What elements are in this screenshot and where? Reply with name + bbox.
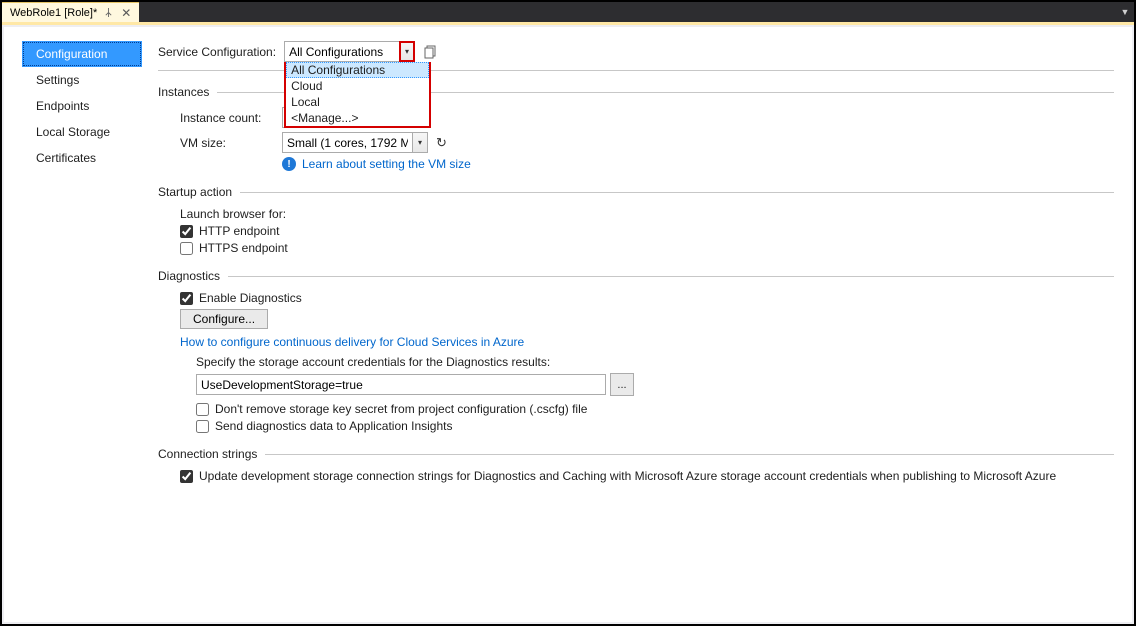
main-panel: Service Configuration: ▾ All Configurati… [158,41,1114,604]
section-title: Startup action [158,185,232,199]
info-icon: ! [282,157,296,171]
continuous-delivery-link[interactable]: How to configure continuous delivery for… [180,335,524,349]
service-config-option[interactable]: <Manage...> [286,110,429,126]
document-tab-title: WebRole1 [Role]* [10,7,97,19]
document-tab[interactable]: WebRole1 [Role]* ✕ [2,2,139,22]
chevron-down-icon[interactable]: ▾ [412,132,428,153]
enable-diagnostics-checkbox[interactable] [180,292,193,305]
enable-diagnostics-label: Enable Diagnostics [199,291,302,305]
https-endpoint-checkbox[interactable] [180,242,193,255]
section-diagnostics: Diagnostics [158,269,1114,283]
section-line [228,276,1114,277]
chevron-down-icon[interactable]: ▾ [399,41,415,62]
pin-icon[interactable] [103,8,113,18]
storage-credentials-label: Specify the storage account credentials … [196,355,1114,369]
service-config-combo[interactable]: ▾ [284,41,415,62]
close-icon[interactable]: ✕ [119,6,133,20]
section-line [240,192,1114,193]
update-conn-strings-label: Update development storage connection st… [199,469,1056,483]
service-config-option[interactable]: Local [286,94,429,110]
sidenav-item-endpoints[interactable]: Endpoints [22,93,142,119]
vm-size-row: VM size: ▾ ↻ [180,132,1114,153]
instance-count-label: Instance count: [180,111,274,125]
service-config-input[interactable] [284,41,399,62]
tab-bar-spacer [139,2,1116,22]
window: WebRole1 [Role]* ✕ ▼ Configuration Setti… [0,0,1136,626]
section-connection-strings: Connection strings [158,447,1114,461]
sidenav-item-certificates[interactable]: Certificates [22,145,142,171]
section-title: Connection strings [158,447,257,461]
send-app-insights-checkbox[interactable] [196,420,209,433]
section-startup: Startup action [158,185,1114,199]
http-endpoint-checkbox[interactable] [180,225,193,238]
storage-connection-input[interactable] [196,374,606,395]
service-config-row: Service Configuration: ▾ All Configurati… [158,41,1114,62]
vm-size-label: VM size: [180,136,274,150]
service-config-option[interactable]: All Configurations [286,62,429,78]
sidenav-item-local-storage[interactable]: Local Storage [22,119,142,145]
refresh-icon[interactable]: ↻ [436,135,447,151]
service-config-option[interactable]: Cloud [286,78,429,94]
vm-size-combo[interactable]: ▾ [282,132,428,153]
section-title: Diagnostics [158,269,220,283]
https-endpoint-label: HTTPS endpoint [199,241,288,255]
document-tab-bar: WebRole1 [Role]* ✕ ▼ [2,2,1134,22]
send-app-insights-label: Send diagnostics data to Application Ins… [215,419,453,433]
page-area: Configuration Settings Endpoints Local S… [4,27,1132,622]
browse-button[interactable]: ... [610,373,634,396]
http-endpoint-label: HTTP endpoint [199,224,280,238]
tab-overflow-icon[interactable]: ▼ [1116,2,1134,22]
sidenav-item-settings[interactable]: Settings [22,67,142,93]
service-config-dropdown: All Configurations Cloud Local <Manage..… [284,62,431,128]
vm-size-input[interactable] [282,132,412,153]
dont-remove-key-label: Don't remove storage key secret from pro… [215,402,587,416]
configure-button[interactable]: Configure... [180,309,268,329]
copy-icon[interactable] [423,44,439,60]
update-conn-strings-checkbox[interactable] [180,470,193,483]
service-config-label: Service Configuration: [158,45,276,59]
sidenav-item-configuration[interactable]: Configuration [22,41,142,67]
dont-remove-key-checkbox[interactable] [196,403,209,416]
section-line [265,454,1114,455]
section-title: Instances [158,85,209,99]
doc-modified-strip [2,22,1134,25]
launch-browser-label: Launch browser for: [180,207,1114,221]
side-nav: Configuration Settings Endpoints Local S… [22,41,142,604]
learn-vm-size-link[interactable]: Learn about setting the VM size [302,157,471,171]
